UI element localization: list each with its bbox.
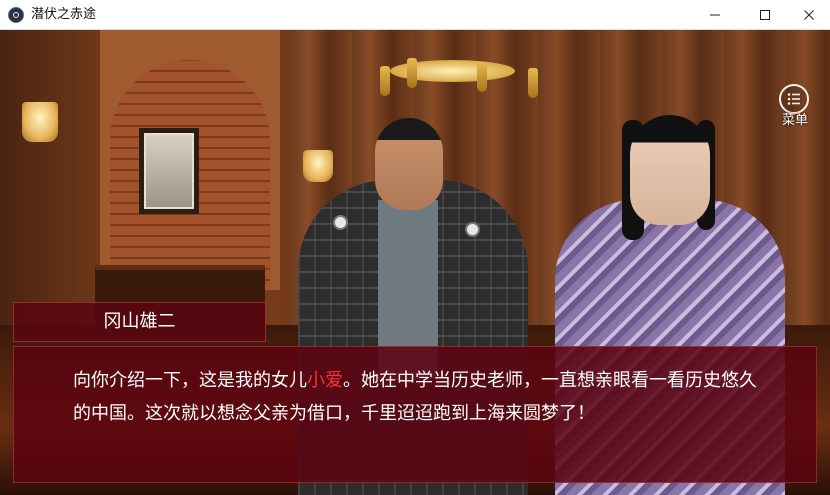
speaker-name-box: 冈山雄二 <box>13 302 266 342</box>
chandelier-tassel <box>380 66 390 96</box>
close-icon <box>804 9 814 20</box>
family-crest-icon <box>333 215 348 230</box>
title-bar: 潜伏之赤途 <box>0 0 830 30</box>
minimize-button[interactable] <box>692 0 738 29</box>
background-wall <box>0 30 100 330</box>
chandelier-tassel <box>407 58 417 88</box>
wall-lamp <box>303 150 333 182</box>
minimize-icon <box>710 14 720 15</box>
window-title: 潜伏之赤途 <box>31 7 97 22</box>
dialogue-highlight-name: 小爱 <box>307 370 343 391</box>
character-woman-head <box>630 115 710 225</box>
chandelier-tassel <box>477 62 487 92</box>
character-man-head <box>375 118 443 210</box>
close-button[interactable] <box>786 0 830 29</box>
maximize-button[interactable] <box>742 0 788 29</box>
menu-label: 菜单 <box>781 113 808 128</box>
wall-picture <box>139 128 199 214</box>
wall-lamp <box>22 102 58 142</box>
family-crest-icon <box>465 222 480 237</box>
app-icon <box>8 7 24 23</box>
dialogue-text-part: 向你介绍一下，这是我的女儿 <box>73 370 307 391</box>
dialogue-text: 向你介绍一下，这是我的女儿小爱。她在中学当历史老师，一直想亲眼看一看历史悠久的中… <box>73 364 773 430</box>
chandelier-tassel <box>528 68 538 98</box>
menu-list-icon <box>779 84 809 114</box>
speaker-name: 冈山雄二 <box>103 311 176 332</box>
game-window: 潜伏之赤途 菜单 冈山雄二 向你介绍一下，这是我的女儿小爱。她在中学当历史老师，… <box>0 0 830 495</box>
dialogue-box[interactable]: 向你介绍一下，这是我的女儿小爱。她在中学当历史老师，一直想亲眼看一看历史悠久的中… <box>13 346 817 483</box>
maximize-icon <box>760 9 770 20</box>
menu-button[interactable]: 菜单 <box>777 84 813 130</box>
